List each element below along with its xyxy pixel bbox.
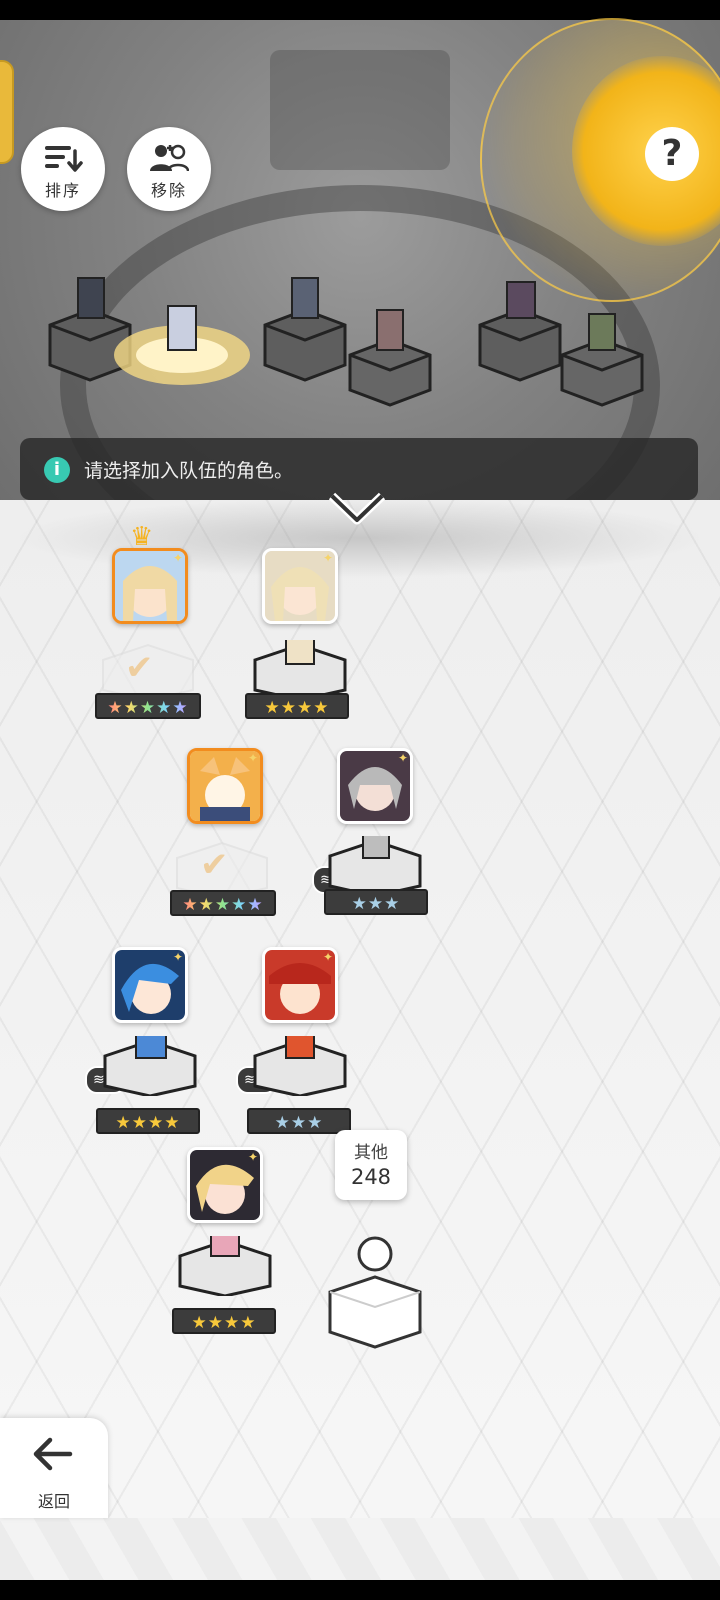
character-stand-6 — [253, 1036, 347, 1096]
team-formation — [48, 277, 644, 407]
character-card-7[interactable]: ✦ — [187, 1147, 263, 1223]
arena-emblem — [270, 50, 450, 170]
sparkle-icon: ✦ — [247, 1150, 258, 1164]
character-stand-3 — [176, 841, 268, 898]
character-card-1[interactable]: ✦ — [112, 548, 188, 624]
back-label: 返回 — [37, 1492, 70, 1511]
character-card-3[interactable]: ✦ — [187, 748, 263, 824]
help-button[interactable]: ? — [645, 127, 699, 181]
bottom-strip — [0, 1518, 720, 1580]
team-slot-2-highlighted[interactable] — [114, 305, 250, 385]
sort-button[interactable]: 排序 — [21, 127, 105, 211]
star-rating-4: ★★★ — [324, 889, 428, 915]
sort-icon — [45, 146, 83, 172]
character-stand-7 — [178, 1236, 272, 1296]
others-placeholder-stand — [328, 1236, 422, 1349]
sparkle-icon: ✦ — [247, 751, 258, 765]
star-rating-1: ★★★★★ — [95, 693, 201, 719]
star-rating-3: ★★★★★ — [170, 890, 276, 916]
remove-member-icon — [150, 144, 189, 172]
team-slot-6[interactable] — [560, 313, 644, 407]
team-slot-4[interactable] — [348, 309, 432, 407]
character-stand-2 — [253, 640, 347, 700]
sparkle-icon: ✦ — [172, 551, 183, 565]
remove-member-button[interactable]: 移除 — [127, 127, 211, 211]
help-icon: ? — [661, 133, 683, 174]
character-card-5[interactable]: ✦ — [112, 947, 188, 1023]
character-stand-1 — [102, 643, 194, 700]
star-rating-5: ★★★★ — [96, 1108, 200, 1134]
character-card-2[interactable]: ✦ — [262, 548, 338, 624]
sparkle-icon: ✦ — [397, 751, 408, 765]
chevron-down-icon[interactable] — [328, 490, 386, 526]
character-card-6[interactable]: ✦ — [262, 947, 338, 1023]
character-card-4[interactable]: ✦ — [337, 748, 413, 824]
back-arrow-icon — [33, 1437, 73, 1471]
navigation-bar — [0, 1580, 720, 1600]
sort-label: 排序 — [44, 181, 81, 200]
sparkle-icon: ✦ — [172, 950, 183, 964]
remove-label: 移除 — [150, 181, 187, 200]
info-icon: i — [44, 457, 70, 483]
others-card[interactable]: 其他 248 — [335, 1130, 407, 1200]
team-slot-3[interactable] — [263, 277, 347, 382]
team-slot-5[interactable] — [478, 281, 562, 382]
others-count: 248 — [350, 1165, 392, 1189]
character-stand-4 — [328, 836, 422, 896]
sparkle-icon: ✦ — [322, 551, 333, 565]
star-rating-6: ★★★ — [247, 1108, 351, 1134]
star-rating-2: ★★★★ — [245, 693, 349, 719]
character-stand-5 — [103, 1036, 197, 1096]
star-rating-7: ★★★★ — [172, 1308, 276, 1334]
sparkle-icon: ✦ — [322, 950, 333, 964]
status-bar — [0, 0, 720, 20]
others-label: 其他 — [354, 1143, 388, 1163]
left-gold-tab — [0, 60, 14, 164]
back-button[interactable]: 返回 — [0, 1418, 108, 1518]
notice-text: 请选择加入队伍的角色。 — [84, 460, 294, 482]
